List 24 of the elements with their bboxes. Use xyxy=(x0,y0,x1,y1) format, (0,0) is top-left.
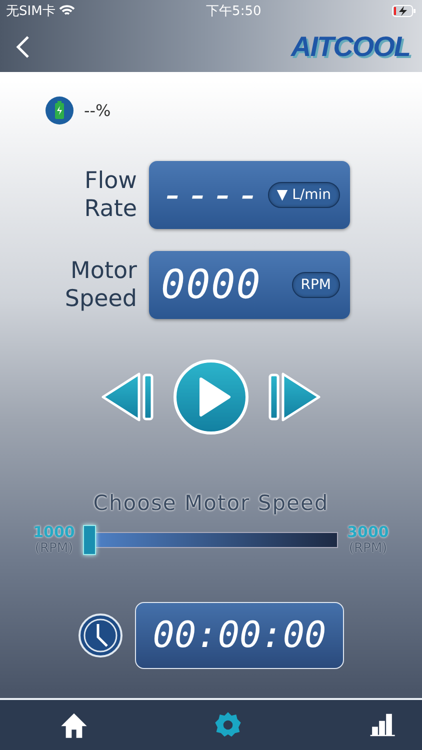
clock-time: 下午5:50 xyxy=(206,3,262,20)
unit-button[interactable]: ▼ L/min xyxy=(268,182,340,208)
min-value: 1000 xyxy=(33,523,75,541)
readout-label: Motor Speed xyxy=(64,257,137,313)
previous-icon[interactable] xyxy=(101,371,155,423)
carrier-label: 无SIM卡 xyxy=(6,3,56,20)
clock-icon xyxy=(78,613,123,658)
battery-icon xyxy=(392,5,416,17)
speed-slider-track[interactable] xyxy=(83,524,339,554)
readout-label: Flow Rate xyxy=(83,167,137,223)
wifi-icon xyxy=(59,5,76,17)
max-value: 3000 xyxy=(347,523,389,541)
unit-button[interactable]: RPM xyxy=(292,272,340,298)
timer-value: 00:00:00 xyxy=(152,615,326,656)
readout-value: ---- xyxy=(161,172,262,218)
back-icon[interactable] xyxy=(16,35,30,59)
slider-title: Choose Motor Speed xyxy=(93,491,329,515)
play-icon[interactable] xyxy=(173,359,249,435)
slider-thumb[interactable] xyxy=(83,524,96,554)
readout-value: 0000 xyxy=(161,262,262,308)
brand-logo: AITCOOL xyxy=(291,31,410,63)
battery-level-icon xyxy=(45,96,74,125)
battery-reading: --% xyxy=(84,101,111,120)
next-icon[interactable] xyxy=(267,371,321,423)
